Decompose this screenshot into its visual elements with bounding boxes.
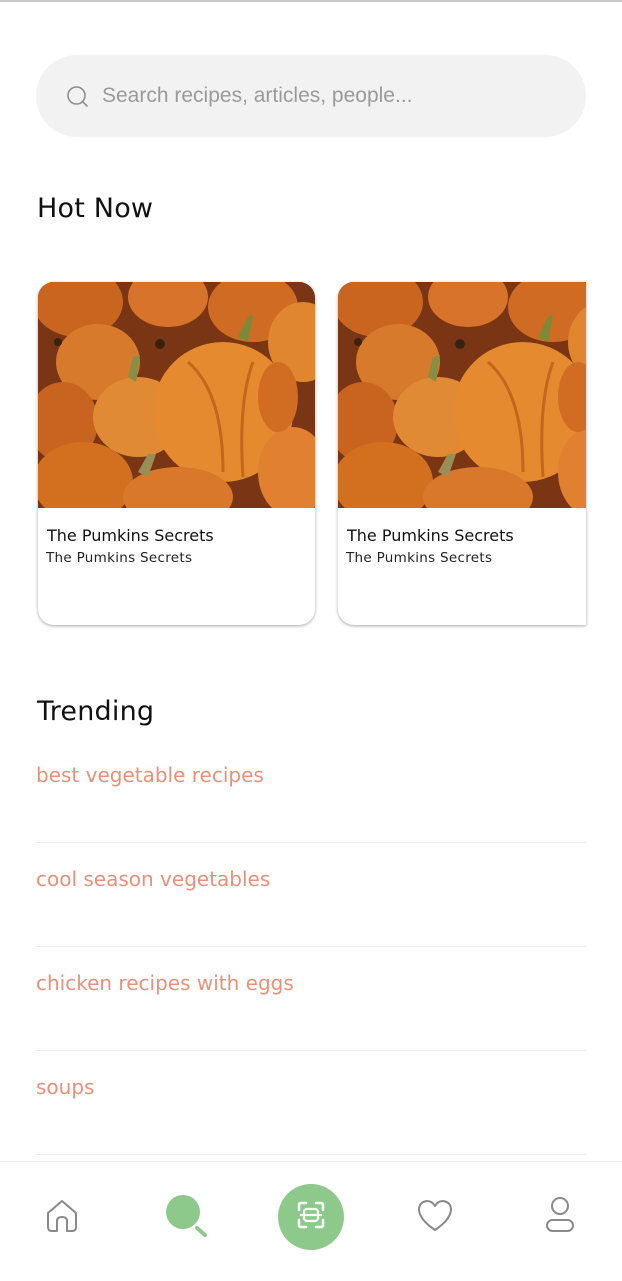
card-subtitle: The Pumkins Secrets: [346, 550, 493, 566]
home-icon: [43, 1196, 81, 1238]
nav-scan[interactable]: [278, 1162, 344, 1272]
nav-home[interactable]: [32, 1162, 92, 1272]
trending-item[interactable]: chicken recipes with eggs: [36, 947, 586, 1051]
search-icon: [162, 1191, 210, 1243]
nav-favorites[interactable]: [405, 1162, 465, 1272]
bottom-nav: [0, 1161, 622, 1281]
card-title: The Pumkins Secrets: [347, 526, 514, 545]
status-divider: [0, 0, 622, 2]
heart-icon: [416, 1197, 454, 1237]
search-bar[interactable]: [36, 55, 586, 137]
profile-icon: [544, 1196, 576, 1238]
hot-now-heading: Hot Now: [37, 193, 154, 224]
trending-heading: Trending: [37, 696, 155, 727]
card-image: [38, 282, 315, 508]
search-input[interactable]: [102, 55, 562, 137]
recipe-card[interactable]: The Pumkins Secrets The Pumkins Secrets: [38, 282, 315, 625]
nav-profile[interactable]: [530, 1162, 590, 1272]
trending-item[interactable]: best vegetable recipes: [36, 739, 586, 843]
trending-item[interactable]: soups: [36, 1051, 586, 1155]
trending-item-label: cool season vegetables: [36, 867, 271, 891]
recipe-card[interactable]: The Pumkins Secrets The Pumkins Secrets: [338, 282, 586, 625]
card-subtitle: The Pumkins Secrets: [46, 550, 193, 566]
trending-item-label: best vegetable recipes: [36, 763, 264, 787]
trending-item[interactable]: cool season vegetables: [36, 843, 586, 947]
card-image: [338, 282, 586, 508]
nav-search[interactable]: [156, 1162, 216, 1272]
trending-item-label: chicken recipes with eggs: [36, 971, 294, 995]
trending-item-label: soups: [36, 1075, 95, 1099]
card-title: The Pumkins Secrets: [47, 526, 214, 545]
scan-button[interactable]: [278, 1184, 344, 1250]
scan-icon: [295, 1199, 327, 1235]
search-icon: [66, 85, 90, 109]
